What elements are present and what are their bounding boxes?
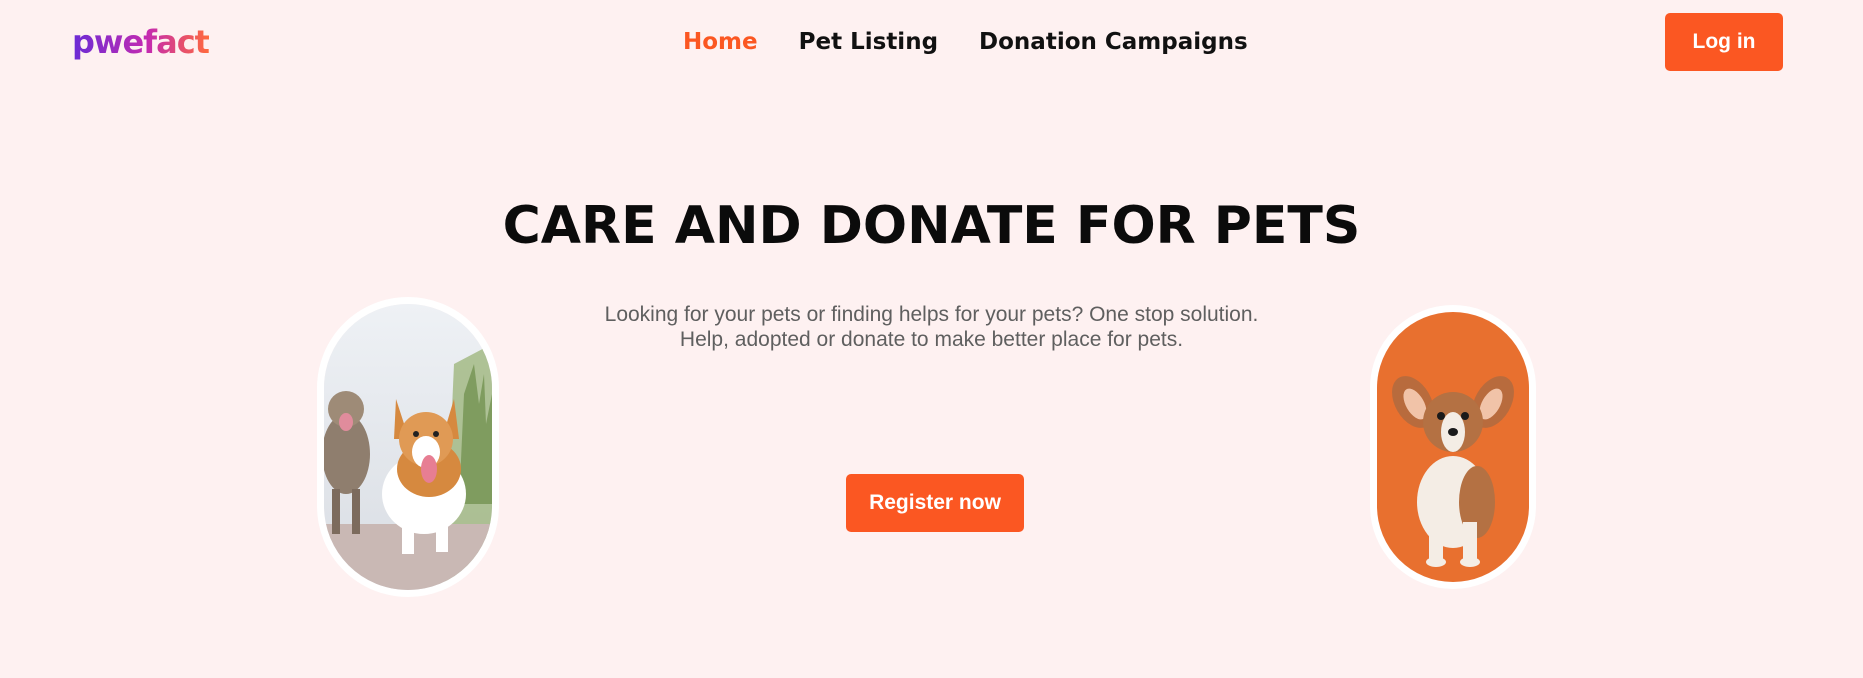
- hero-subtitle: Looking for your pets or finding helps f…: [0, 302, 1863, 352]
- dogs-walking-illustration: [324, 304, 492, 590]
- login-button[interactable]: Log in: [1665, 13, 1783, 71]
- corgi-puppy-illustration: [1377, 312, 1529, 582]
- logo[interactable]: pwefact: [72, 22, 210, 62]
- register-button[interactable]: Register now: [846, 474, 1024, 532]
- landing-page: pwefact Home Pet Listing Donation Campai…: [0, 0, 1863, 678]
- nav-pet-listing[interactable]: Pet Listing: [799, 26, 938, 58]
- hero-title: CARE AND DONATE FOR PETS: [502, 196, 1361, 256]
- dogs-walking-image: [317, 297, 499, 597]
- nav-donation-campaigns[interactable]: Donation Campaigns: [979, 26, 1248, 58]
- main-nav: Home Pet Listing Donation Campaigns: [683, 26, 1248, 58]
- hero-subtitle-line-1: Looking for your pets or finding helps f…: [604, 303, 1259, 326]
- hero-subtitle-line-2: Help, adopted or donate to make better p…: [679, 328, 1184, 351]
- corgi-puppy-image: [1370, 305, 1536, 589]
- nav-home[interactable]: Home: [683, 26, 758, 58]
